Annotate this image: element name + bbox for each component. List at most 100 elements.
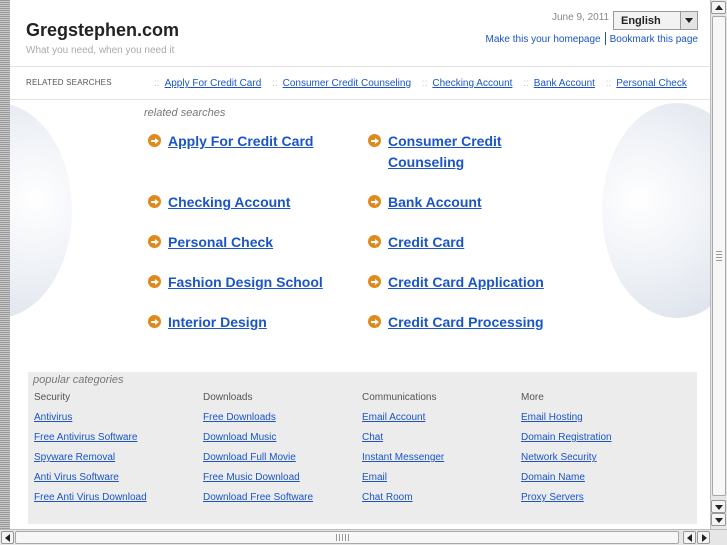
- related-search-link[interactable]: Personal Check: [168, 232, 273, 253]
- site-tagline: What you need, when you need it: [26, 45, 175, 56]
- category-heading: Security: [34, 392, 71, 403]
- make-homepage-link[interactable]: Make this your homepage: [486, 34, 601, 45]
- related-searches-label: RELATED SEARCHES: [26, 78, 112, 87]
- arrow-right-circle-icon: [148, 235, 161, 248]
- current-date: June 9, 2011: [552, 12, 610, 23]
- related-search-item[interactable]: Interior Design: [148, 312, 267, 333]
- category-link[interactable]: Download Free Software: [203, 492, 363, 512]
- related-search-item[interactable]: Credit Card: [368, 232, 464, 253]
- language-select-value: English: [621, 15, 661, 27]
- arrow-right-circle-icon: [368, 275, 381, 288]
- scroll-left-button-secondary[interactable]: [683, 531, 696, 544]
- category-link[interactable]: Download Music: [203, 432, 363, 452]
- category-link[interactable]: Chat Room: [362, 492, 522, 512]
- category-link[interactable]: Domain Name: [521, 472, 681, 492]
- arrow-right-circle-icon: [148, 275, 161, 288]
- related-search-link[interactable]: Fashion Design School: [168, 272, 323, 293]
- category-link[interactable]: Proxy Servers: [521, 492, 681, 512]
- arrow-right-circle-icon: [148, 195, 161, 208]
- dots-separator: ::: [605, 78, 612, 89]
- popular-categories-panel: popular categories Security Antivirus Fr…: [28, 372, 697, 524]
- category-heading: Downloads: [203, 392, 253, 403]
- related-search-item[interactable]: Consumer Credit Counseling: [368, 131, 502, 173]
- link-divider: [604, 32, 606, 45]
- related-link[interactable]: Personal Check: [616, 78, 687, 89]
- category-column-security: Security Antivirus Free Antivirus Softwa…: [34, 392, 194, 512]
- category-link[interactable]: Free Music Download: [203, 472, 363, 492]
- popular-categories-title: popular categories: [33, 374, 124, 386]
- related-search-item[interactable]: Credit Card Application: [368, 272, 544, 293]
- scroll-up-button[interactable]: [711, 1, 726, 14]
- grip-icon: [336, 534, 350, 541]
- category-link[interactable]: Anti Virus Software: [34, 472, 194, 492]
- category-link[interactable]: Network Security: [521, 452, 681, 472]
- related-link[interactable]: Apply For Credit Card: [165, 78, 262, 89]
- category-link[interactable]: Spyware Removal: [34, 452, 194, 472]
- category-link[interactable]: Email: [362, 472, 522, 492]
- related-search-item[interactable]: Credit Card Processing: [368, 312, 544, 333]
- scroll-left-button[interactable]: [1, 531, 14, 544]
- related-link[interactable]: Consumer Credit Counseling: [283, 78, 411, 89]
- decorative-globe-right: [602, 103, 710, 318]
- horizontal-scrollbar[interactable]: [0, 529, 727, 545]
- related-search-link[interactable]: Apply For Credit Card: [168, 131, 313, 152]
- related-searches-title: related searches: [144, 107, 226, 119]
- scroll-right-button[interactable]: [697, 531, 710, 544]
- category-link[interactable]: Antivirus: [34, 412, 194, 432]
- dots-separator: ::: [523, 78, 529, 89]
- scroll-down-button[interactable]: [711, 500, 726, 513]
- window-left-edge: [0, 0, 10, 545]
- site-title[interactable]: Gregstephen.com: [26, 20, 179, 41]
- dots-separator: ::: [272, 78, 278, 89]
- arrow-right-circle-icon: [368, 134, 381, 147]
- related-search-link[interactable]: Credit Card: [388, 232, 464, 253]
- category-link[interactable]: Instant Messenger: [362, 452, 522, 472]
- related-search-item[interactable]: Bank Account: [368, 192, 482, 213]
- arrow-right-circle-icon: [368, 235, 381, 248]
- related-search-link[interactable]: Checking Account: [168, 192, 290, 213]
- related-search-link[interactable]: Credit Card Application: [388, 272, 544, 293]
- category-link[interactable]: Chat: [362, 432, 522, 452]
- related-search-link[interactable]: Interior Design: [168, 312, 267, 333]
- vertical-scrollbar[interactable]: [710, 0, 727, 529]
- category-link[interactable]: Download Full Movie: [203, 452, 363, 472]
- category-column-more: More Email Hosting Domain Registration N…: [521, 392, 681, 512]
- arrow-right-circle-icon: [368, 315, 381, 328]
- category-column-communications: Communications Email Account Chat Instan…: [362, 392, 522, 512]
- chevron-down-icon[interactable]: [680, 12, 697, 29]
- vertical-scroll-thumb[interactable]: [712, 16, 726, 496]
- related-searches-bar: RELATED SEARCHES :: Apply For Credit Card…: [10, 66, 710, 100]
- arrow-right-circle-icon: [148, 315, 161, 328]
- related-search-link[interactable]: Bank Account: [388, 192, 482, 213]
- category-heading: More: [521, 392, 544, 403]
- category-column-downloads: Downloads Free Downloads Download Music …: [203, 392, 363, 512]
- related-searches-links: :: Apply For Credit Card :: Consumer Credi…: [144, 78, 687, 89]
- category-link[interactable]: Domain Registration: [521, 432, 681, 452]
- horizontal-scroll-thumb[interactable]: [15, 531, 679, 544]
- category-link[interactable]: Free Downloads: [203, 412, 363, 432]
- related-search-item[interactable]: Personal Check: [148, 232, 273, 253]
- related-search-item[interactable]: Checking Account: [148, 192, 290, 213]
- arrow-right-circle-icon: [368, 195, 381, 208]
- dots-separator: ::: [421, 78, 428, 89]
- language-select[interactable]: English: [613, 11, 698, 30]
- header-links: Make this your homepage Bookmark this pag…: [486, 32, 698, 45]
- related-search-link[interactable]: Consumer Credit Counseling: [388, 131, 502, 173]
- decorative-globe-left: [10, 103, 72, 318]
- related-link[interactable]: Bank Account: [534, 78, 595, 89]
- bookmark-link[interactable]: Bookmark this page: [610, 34, 698, 45]
- category-link[interactable]: Email Hosting: [521, 412, 681, 432]
- related-search-item[interactable]: Fashion Design School: [148, 272, 323, 293]
- grip-icon: [716, 249, 722, 261]
- category-heading: Communications: [362, 392, 437, 403]
- related-search-link[interactable]: Credit Card Processing: [388, 312, 544, 333]
- page-content: Gregstephen.com What you need, when you …: [10, 0, 710, 529]
- related-link[interactable]: Checking Account: [432, 78, 512, 89]
- category-link[interactable]: Email Account: [362, 412, 522, 432]
- category-link[interactable]: Free Antivirus Software: [34, 432, 194, 452]
- dots-separator: ::: [154, 78, 160, 89]
- category-link[interactable]: Free Anti Virus Download: [34, 492, 194, 512]
- arrow-right-circle-icon: [148, 134, 161, 147]
- scroll-down-button-secondary[interactable]: [711, 513, 726, 526]
- related-search-item[interactable]: Apply For Credit Card: [148, 131, 313, 152]
